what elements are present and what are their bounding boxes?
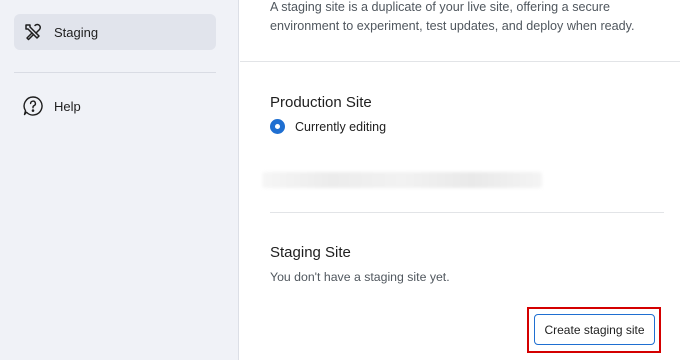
section-divider xyxy=(270,212,664,213)
currently-editing-radio-row[interactable]: Currently editing xyxy=(270,119,386,134)
sidebar: Staging Help xyxy=(0,0,239,360)
radio-dot xyxy=(275,124,280,129)
intro-text: A staging site is a duplicate of your li… xyxy=(270,0,635,33)
main-panel: A staging site is a duplicate of your li… xyxy=(240,0,680,360)
staging-site-title: Staging Site xyxy=(270,244,351,261)
redacted-site-url xyxy=(262,172,542,188)
sidebar-item-help[interactable]: Help xyxy=(14,88,216,124)
staging-site-description: You don't have a staging site yet. xyxy=(270,270,450,284)
create-staging-site-button[interactable]: Create staging site xyxy=(534,314,655,345)
sidebar-divider xyxy=(14,72,216,73)
sidebar-item-staging[interactable]: Staging xyxy=(14,14,216,50)
tools-icon xyxy=(22,21,44,43)
section-divider xyxy=(240,61,680,62)
currently-editing-radio[interactable] xyxy=(270,119,285,134)
sidebar-item-label: Help xyxy=(54,98,81,114)
currently-editing-label: Currently editing xyxy=(295,119,387,134)
sidebar-item-label: Staging xyxy=(54,24,99,40)
production-site-title: Production Site xyxy=(270,94,372,111)
help-chat-icon xyxy=(22,95,44,117)
